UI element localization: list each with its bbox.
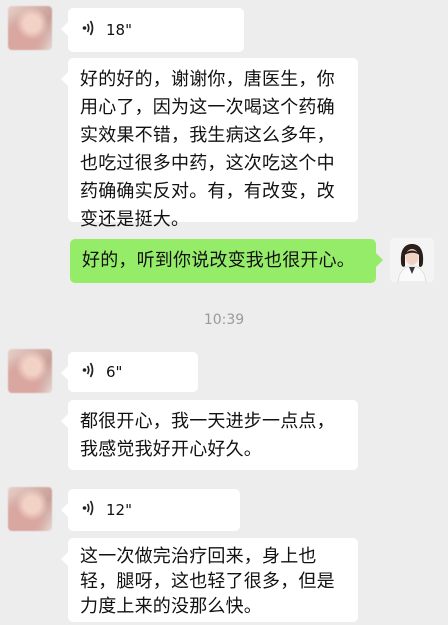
doctor-avatar[interactable] — [390, 238, 434, 282]
timestamp: 10:39 — [203, 312, 245, 328]
doctor-avatar-image — [390, 238, 434, 282]
contact-avatar[interactable] — [8, 487, 52, 531]
voice-message-bubble[interactable]: 18" — [61, 8, 244, 52]
voice-duration: 6" — [106, 363, 123, 381]
voice-duration: 18" — [106, 21, 132, 39]
message-text: 都很开心，我一天进步一点点，我感觉我好开心好久。 — [80, 411, 335, 460]
voice-message-bubble[interactable]: 12" — [61, 489, 240, 531]
voice-message-bubble[interactable]: 6" — [61, 352, 198, 392]
message-text: 这一次做完治疗回来，身上也轻，腿呀，这也轻了很多，但是力度上来的没那么快。 — [80, 546, 335, 617]
voice-wave-icon — [82, 361, 96, 383]
voice-wave-icon — [82, 19, 96, 41]
text-message-bubble[interactable]: 好的好的，谢谢你，唐医生，你用心了，因为这一次喝这个药确实效果不错，我生病这么多… — [61, 58, 358, 230]
voice-duration: 12" — [106, 501, 132, 519]
message-text: 好的好的，谢谢你，唐医生，你用心了，因为这一次喝这个药确实效果不错，我生病这么多… — [80, 69, 335, 230]
text-message-bubble[interactable]: 这一次做完治疗回来，身上也轻，腿呀，这也轻了很多，但是力度上来的没那么快。 — [61, 538, 358, 622]
contact-avatar[interactable] — [8, 6, 52, 50]
text-message-bubble-self[interactable]: 好的，听到你说改变我也很开心。 — [70, 239, 383, 283]
contact-avatar[interactable] — [8, 349, 52, 393]
message-text: 好的，听到你说改变我也很开心。 — [82, 250, 355, 271]
text-message-bubble[interactable]: 都很开心，我一天进步一点点，我感觉我好开心好久。 — [61, 400, 358, 470]
voice-wave-icon — [82, 499, 96, 521]
